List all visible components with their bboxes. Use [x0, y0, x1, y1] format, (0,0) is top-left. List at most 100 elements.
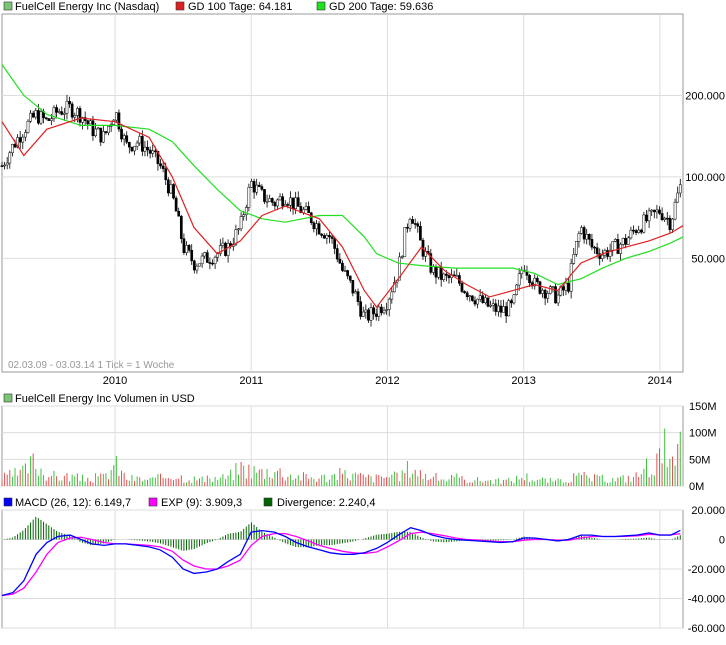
candle-body: [411, 219, 414, 224]
candle-body: [400, 256, 404, 258]
candle-body: [47, 118, 51, 121]
candle-body: [478, 295, 482, 300]
price-y-tick-label: 50.000: [691, 253, 725, 265]
candle-body: [55, 107, 58, 113]
candle-body: [455, 275, 459, 277]
candle-body: [650, 209, 654, 212]
candle-body: [135, 142, 139, 147]
volume-y-tick-label: 50M: [689, 454, 710, 466]
candle-body: [296, 197, 300, 207]
candle-body: [564, 282, 568, 291]
candle-body: [18, 137, 22, 143]
candle-body: [665, 217, 669, 220]
candle-body: [37, 110, 40, 124]
candle-body: [517, 273, 521, 286]
candle-body: [117, 112, 121, 130]
candle-body: [122, 135, 126, 140]
candle-body: [60, 111, 64, 115]
candle-body: [507, 300, 511, 317]
candle-body: [678, 184, 682, 194]
candle-body: [468, 295, 472, 298]
candle-body: [76, 108, 79, 116]
candle-body: [590, 239, 594, 248]
legend-swatch-macd: [3, 497, 13, 507]
volume-y-ticks: 150M 100M 50M 0M: [689, 401, 717, 493]
candle-body: [671, 218, 674, 230]
candle-body: [439, 267, 443, 280]
candle-body: [226, 243, 230, 256]
candle-body: [538, 281, 542, 294]
candle-body: [0, 165, 4, 167]
candle-body: [57, 111, 61, 113]
x-tick-label: 2012: [375, 375, 399, 387]
candle-body: [338, 258, 342, 264]
candle-body: [494, 303, 498, 312]
candle-body: [595, 247, 599, 255]
legend-swatch-volume: [3, 393, 13, 403]
candle-body: [442, 273, 446, 280]
candle-body: [263, 189, 266, 202]
legend-label-fuelcell: FuelCell Energy Inc (Nasdaq): [15, 1, 159, 13]
candle-body: [26, 120, 30, 133]
candle-body: [593, 246, 596, 249]
candle-body: [484, 297, 487, 303]
legend-label-gd100: GD 100 Tage: 64.181: [188, 1, 292, 13]
candle-body: [3, 164, 6, 167]
candle-body: [569, 263, 573, 292]
candle-body: [177, 210, 181, 217]
candle-body: [273, 202, 277, 207]
x-tick-label: 2010: [103, 375, 127, 387]
candle-body: [403, 227, 407, 257]
candle-body: [260, 186, 264, 190]
candle-body: [159, 163, 162, 167]
candle-body: [582, 227, 586, 240]
macd-y-tick-label: -60.000: [688, 623, 725, 635]
price-y-tick-label: 200.000: [685, 90, 725, 102]
candle-body: [146, 146, 149, 151]
legend-swatch-divergence: [263, 497, 273, 507]
candle-body: [278, 196, 282, 201]
macd-y-tick-label: -20.000: [688, 564, 725, 576]
candle-body: [281, 196, 285, 207]
candle-body: [125, 135, 129, 143]
candle-body: [476, 298, 479, 305]
candle-body: [322, 235, 326, 239]
candle-body: [252, 181, 256, 193]
candle-body: [447, 275, 451, 279]
candle-body: [140, 136, 144, 152]
legend-label-volume: FuelCell Energy Inc Volumen in USD: [15, 393, 195, 405]
candle-body: [486, 297, 490, 307]
macd-y-tick-label: 0: [719, 535, 725, 547]
legend-label-divergence: Divergence: 2.240,4: [277, 497, 375, 509]
candle-body: [624, 238, 628, 245]
macd-y-ticks: 20.000 0 -20.000 -40.000 -60.000: [688, 505, 725, 635]
candle-body: [68, 100, 71, 105]
candle-body: [634, 230, 638, 233]
candle-body: [341, 262, 344, 271]
candle-body: [161, 165, 165, 169]
price-panel-frame: [1, 13, 684, 373]
candle-body: [600, 254, 604, 259]
candle-body: [130, 146, 134, 152]
candle-body: [348, 275, 352, 281]
candle-body: [237, 228, 240, 231]
candle-body: [294, 197, 298, 209]
candle-body: [192, 260, 196, 271]
candle-body: [637, 229, 641, 233]
candle-body: [652, 209, 656, 213]
candle-body: [120, 128, 123, 140]
candle-body: [481, 295, 485, 303]
candle-body: [497, 305, 500, 312]
candle-body: [580, 227, 583, 234]
volume-y-tick-label: 150M: [689, 401, 717, 413]
candle-body: [642, 214, 646, 233]
legend-swatch-fuelcell: [3, 1, 13, 11]
candle-body: [333, 238, 336, 249]
candle-body: [133, 145, 136, 152]
candle-body: [629, 229, 633, 239]
candle-body: [658, 209, 661, 214]
candle-body: [107, 125, 110, 133]
candle-body: [70, 103, 74, 118]
candle-body: [535, 277, 539, 282]
candle-body: [185, 245, 188, 253]
